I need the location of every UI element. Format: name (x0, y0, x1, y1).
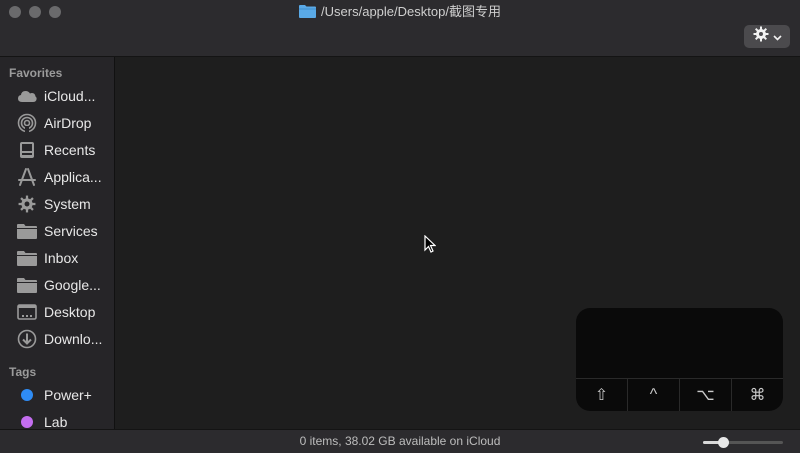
shift-key-icon[interactable]: ⇧ (576, 379, 628, 411)
status-text: 0 items, 38.02 GB available on iCloud (299, 434, 501, 448)
sidebar-item-label: Downlo... (44, 331, 103, 347)
sidebar-item-system[interactable]: System (16, 193, 112, 215)
chevron-down-icon (772, 28, 782, 46)
sidebar-item-label: Services (44, 223, 98, 239)
favorites-heading: Favorites (9, 66, 63, 80)
gear-icon (16, 194, 38, 214)
sidebar-item-inbox[interactable]: Inbox (16, 247, 112, 269)
sidebar-item-recents[interactable]: Recents (16, 139, 112, 161)
folder-icon (16, 275, 38, 295)
action-menu-button[interactable] (744, 25, 790, 48)
sidebar-item-services[interactable]: Services (16, 220, 112, 242)
sidebar-item-desktop[interactable]: Desktop (16, 301, 112, 323)
sidebar-item-label: Desktop (44, 304, 96, 320)
sidebar-item-label: Lab (44, 414, 68, 429)
modifier-keys-row: ⇧ ^ ⌥ ⌘ (576, 378, 783, 411)
applications-icon (16, 167, 38, 187)
window-title-text: /Users/apple/Desktop/截图专用 (321, 4, 501, 19)
folder-icon (299, 4, 317, 23)
sidebar-tag-power[interactable]: Power+ (16, 384, 112, 406)
sidebar-item-label: Applica... (44, 169, 102, 185)
sidebar-item-google[interactable]: Google... (16, 274, 112, 296)
sidebar: Favorites iCloud... AirDrop Recents Appl… (0, 57, 115, 429)
sidebar-item-label: Recents (44, 142, 96, 158)
sidebar-item-label: iCloud... (44, 88, 96, 104)
sidebar-item-applications[interactable]: Applica... (16, 166, 112, 188)
title-bar: /Users/apple/Desktop/截图专用 (0, 0, 800, 57)
status-bar: 0 items, 38.02 GB available on iCloud (0, 429, 800, 453)
sidebar-item-label: Power+ (44, 387, 92, 403)
sidebar-tag-lab[interactable]: Lab (16, 411, 112, 429)
sidebar-item-label: System (44, 196, 91, 212)
slider-knob[interactable] (717, 437, 729, 448)
sidebar-item-airdrop[interactable]: AirDrop (16, 112, 112, 134)
command-key-icon[interactable]: ⌘ (732, 379, 783, 411)
gear-icon (753, 26, 769, 47)
tag-color-dot (16, 385, 38, 405)
airdrop-icon (16, 113, 38, 133)
folder-icon (16, 248, 38, 268)
sidebar-item-downloads[interactable]: Downlo... (16, 328, 112, 350)
sidebar-item-label: Google... (44, 277, 101, 293)
window-title: /Users/apple/Desktop/截图专用 (0, 3, 800, 23)
sidebar-item-icloud[interactable]: iCloud... (16, 85, 112, 107)
sidebar-item-label: AirDrop (44, 115, 92, 131)
downloads-icon (16, 329, 38, 349)
modifier-keys-overlay: ⇧ ^ ⌥ ⌘ (576, 308, 783, 411)
mouse-cursor-icon (424, 234, 437, 258)
tags-heading: Tags (9, 365, 37, 379)
desktop-icon (16, 302, 38, 322)
tag-color-dot (16, 412, 38, 429)
icon-size-slider[interactable] (703, 437, 783, 448)
cloud-icon (16, 86, 38, 106)
recents-icon (16, 140, 38, 160)
folder-icon (16, 221, 38, 241)
control-key-icon[interactable]: ^ (628, 379, 680, 411)
option-key-icon[interactable]: ⌥ (680, 379, 732, 411)
sidebar-item-label: Inbox (44, 250, 79, 266)
